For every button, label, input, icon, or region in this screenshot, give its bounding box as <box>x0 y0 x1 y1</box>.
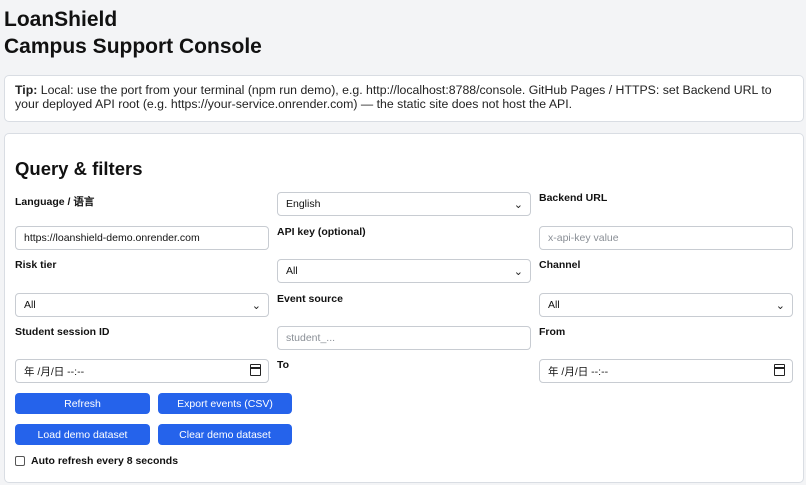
api-key-placeholder: x-api-key value <box>548 232 619 244</box>
tip-text: Local: use the port from your terminal (… <box>15 83 772 111</box>
backend-url-input[interactable]: https://loanshield-demo.onrender.com <box>15 226 269 250</box>
from-datetime-input[interactable]: 年 /月/日 --:-- <box>539 359 793 383</box>
channel-select[interactable]: All ⌄ <box>539 293 793 317</box>
calendar-icon[interactable] <box>250 364 261 376</box>
backend-url-label: Backend URL <box>539 192 608 204</box>
student-session-datetime-value: 年 /月/日 --:-- <box>24 365 85 378</box>
student-session-datetime-input[interactable]: 年 /月/日 --:-- <box>15 359 269 383</box>
refresh-button[interactable]: Refresh <box>15 393 150 414</box>
event-source-select-value: All <box>286 265 298 277</box>
backend-url-value: https://loanshield-demo.onrender.com <box>24 232 200 244</box>
load-demo-button[interactable]: Load demo dataset <box>15 424 150 445</box>
chevron-down-icon: ⌄ <box>513 266 523 278</box>
page-title: LoanShield Campus Support Console <box>4 6 262 60</box>
app-name: LoanShield <box>4 8 118 31</box>
risk-tier-select-value: All <box>24 299 36 311</box>
from-label: From <box>539 326 566 338</box>
export-csv-button[interactable]: Export events (CSV) <box>158 393 292 414</box>
channel-select-value: All <box>548 299 560 311</box>
tip-prefix: Tip: <box>15 83 38 97</box>
language-select[interactable]: English ⌄ <box>277 192 531 216</box>
event-source-placeholder: student_... <box>286 332 336 344</box>
chevron-down-icon: ⌄ <box>513 199 523 211</box>
section-title: Query & filters <box>15 158 143 179</box>
filters-card: Query & filters Language / 语言 English ⌄ … <box>4 133 804 483</box>
chevron-down-icon: ⌄ <box>775 300 785 312</box>
auto-refresh-checkbox[interactable] <box>15 456 25 466</box>
risk-tier-label: Risk tier <box>15 259 57 271</box>
risk-tier-select[interactable]: All ⌄ <box>15 293 269 317</box>
api-key-label: API key (optional) <box>277 226 366 238</box>
language-label: Language / 语言 <box>15 196 95 208</box>
app-subtitle: Campus Support Console <box>4 35 262 58</box>
from-datetime-value: 年 /月/日 --:-- <box>548 365 609 378</box>
tip-card: Tip: Local: use the port from your termi… <box>4 75 804 122</box>
api-key-input[interactable]: x-api-key value <box>539 226 793 250</box>
event-source-text-input[interactable]: student_... <box>277 326 531 350</box>
clear-demo-button[interactable]: Clear demo dataset <box>158 424 292 445</box>
event-source-select[interactable]: All ⌄ <box>277 259 531 283</box>
auto-refresh-row: Auto refresh every 8 seconds <box>15 455 178 467</box>
to-label: To <box>277 359 290 371</box>
student-session-label: Student session ID <box>15 326 110 338</box>
calendar-icon[interactable] <box>774 364 785 376</box>
channel-label: Channel <box>539 259 581 271</box>
event-source-label: Event source <box>277 293 343 305</box>
chevron-down-icon: ⌄ <box>251 300 261 312</box>
auto-refresh-label: Auto refresh every 8 seconds <box>31 455 179 467</box>
language-select-value: English <box>286 198 321 210</box>
